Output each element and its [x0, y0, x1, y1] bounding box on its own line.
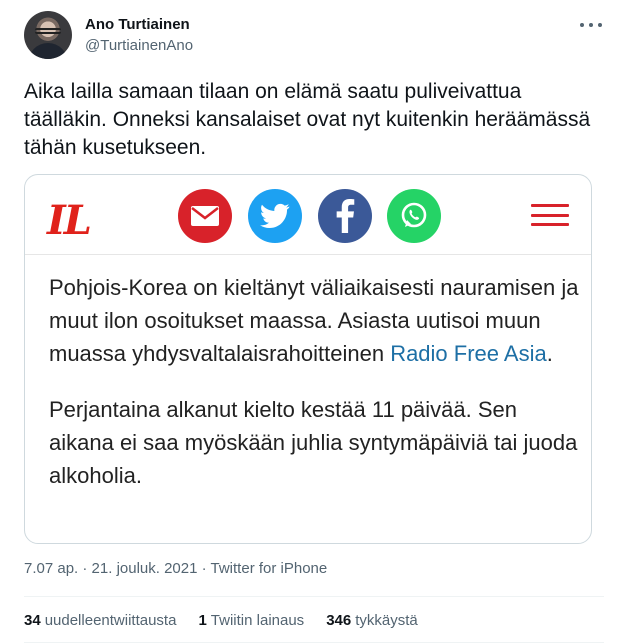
author-handle[interactable]: @TurtiainenAno — [85, 37, 193, 54]
author-name[interactable]: Ano Turtiainen — [85, 16, 190, 33]
more-options-icon[interactable] — [580, 16, 602, 34]
whatsapp-icon — [387, 189, 441, 243]
avatar-shoulders — [28, 43, 68, 59]
retweets-stat[interactable]: 34 uudelleentwiittausta — [24, 612, 176, 629]
tweet-header: Ano Turtiainen @TurtiainenAno — [24, 10, 604, 62]
mail-icon — [178, 189, 232, 243]
il-logo: IL — [47, 197, 92, 244]
divider-bottom — [24, 642, 604, 643]
tweet-text: Aika lailla samaan tilaan on elämä saatu… — [24, 80, 591, 159]
likes-stat[interactable]: 346 tykkäystä — [326, 612, 418, 629]
paragraph-1-end: . — [546, 341, 553, 366]
attached-image-card[interactable]: IL Pohjois-Korea on kieltänyt väliaikais… — [24, 174, 592, 544]
card-topbar: IL — [25, 175, 591, 255]
article-paragraph-2: Perjantaina alkanut kielto kestää 11 päi… — [49, 397, 578, 488]
article-paragraph-1: Pohjois-Korea on kieltänyt väliaikaisest… — [49, 271, 579, 370]
divider — [24, 596, 604, 597]
avatar[interactable] — [24, 11, 72, 59]
avatar-glasses — [35, 28, 61, 34]
radio-free-asia-link: Radio Free Asia — [390, 341, 547, 366]
tweet-stats: 34 uudelleentwiittausta 1 Twiitin lainaus … — [24, 612, 418, 629]
article-body: Pohjois-Korea on kieltänyt väliaikaisest… — [49, 271, 579, 515]
quotes-stat[interactable]: 1 Twiitin lainaus — [198, 612, 304, 629]
tweet-timestamp[interactable]: 7.07 ap. · 21. jouluk. 2021 · Twitter fo… — [24, 560, 327, 577]
twitter-icon — [248, 189, 302, 243]
menu-icon — [531, 204, 569, 226]
facebook-icon — [318, 189, 372, 243]
